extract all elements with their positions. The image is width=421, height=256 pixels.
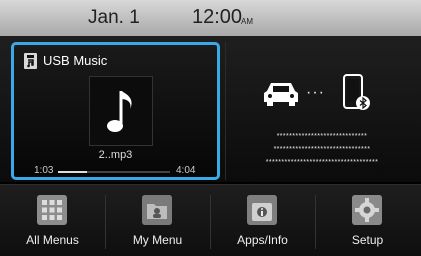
gear-icon <box>352 195 382 225</box>
dock-label: My Menu <box>132 233 183 247</box>
usb-music-widget[interactable]: USB Music 2..mp3 1:03 4:04 <box>11 42 220 180</box>
clock-time: 12:00 <box>192 6 243 28</box>
car-icon <box>264 83 298 106</box>
status-bar: Jan. 1 12:00 AM <box>0 0 421 36</box>
elapsed-time: 1:03 <box>34 165 54 176</box>
apps-info-icon <box>247 195 277 225</box>
grid-icon <box>37 195 67 225</box>
dock-label: Setup <box>351 233 384 247</box>
dock-all-menus[interactable]: All Menus <box>0 185 105 256</box>
progress-bar[interactable] <box>58 171 170 173</box>
progress-fill <box>58 171 88 173</box>
total-time: 4:04 <box>176 165 196 176</box>
date: Jan. 1 <box>88 7 140 28</box>
track-file-name: 2..mp3 <box>98 149 133 161</box>
album-art <box>89 76 153 146</box>
bt-device-line-2: ******************************* <box>273 146 371 153</box>
folder-icon <box>142 195 172 225</box>
bt-device-line-1: ***************************** <box>276 133 368 140</box>
usb-icon <box>24 53 37 69</box>
dock-label: Apps/Info <box>237 233 288 247</box>
dock-my-menu[interactable]: My Menu <box>105 185 210 256</box>
connection-dots: ··· <box>306 84 325 101</box>
bt-device-line-3: ************************************ <box>265 159 379 166</box>
music-note-icon <box>107 91 132 132</box>
dock-setup[interactable]: Setup <box>315 185 420 256</box>
infotainment-screen: Jan. 1 12:00 AM USB Music 2..mp3 1:03 4:… <box>0 0 421 256</box>
usb-music-title: USB Music <box>43 53 108 68</box>
bottom-dock: All Menus My Menu Apps/Info Setup <box>0 184 421 256</box>
dock-label: All Menus <box>26 233 79 247</box>
dock-apps-info[interactable]: Apps/Info <box>210 185 315 256</box>
clock-ampm: AM <box>241 17 253 26</box>
bluetooth-icon <box>356 96 370 110</box>
bluetooth-widget[interactable]: ··· ***************************** ******… <box>225 42 418 180</box>
